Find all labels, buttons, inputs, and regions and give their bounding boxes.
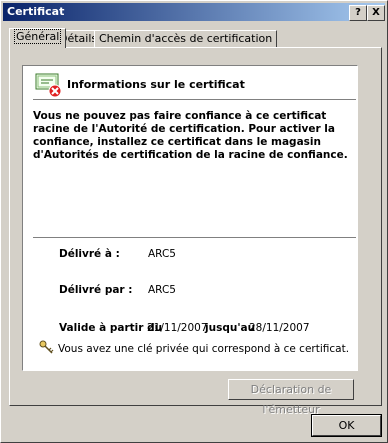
valid-from-value: 21/11/2007 [147, 322, 208, 334]
divider [33, 99, 356, 101]
valid-to-label: jusqu'au [205, 322, 256, 334]
certificate-dialog: Certificat ? X Général Détails Chemin d'… [0, 0, 388, 443]
issuer-statement-button[interactable]: Déclaration de l'émetteur [228, 379, 354, 416]
valid-to-value: 28/11/2007 [249, 322, 310, 334]
issued-to-value: ARC5 [148, 248, 176, 260]
info-title: Informations sur le certificat [67, 78, 245, 91]
help-button[interactable]: ? [349, 5, 367, 21]
certificate-error-icon [35, 72, 63, 101]
title-bar: Certificat ? X [3, 3, 385, 21]
certificate-info-box: Informations sur le certificat Vous ne p… [22, 65, 358, 371]
issued-by-label: Délivré par : [59, 284, 133, 296]
tab-general[interactable]: Général [9, 28, 67, 48]
close-button[interactable]: X [367, 5, 385, 21]
issued-by-value: ARC5 [148, 284, 176, 296]
issued-to-label: Délivré à : [59, 248, 120, 260]
ok-button[interactable]: OK [311, 414, 382, 437]
trust-warning-text: Vous ne pouvez pas faire confiance à ce … [33, 110, 348, 161]
tab-certification-path[interactable]: Chemin d'accès de certification [94, 30, 278, 47]
divider [33, 237, 356, 239]
key-icon [39, 340, 55, 357]
private-key-text: Vous avez une clé privée qui correspond … [58, 343, 350, 355]
window-title: Certificat [7, 5, 65, 18]
